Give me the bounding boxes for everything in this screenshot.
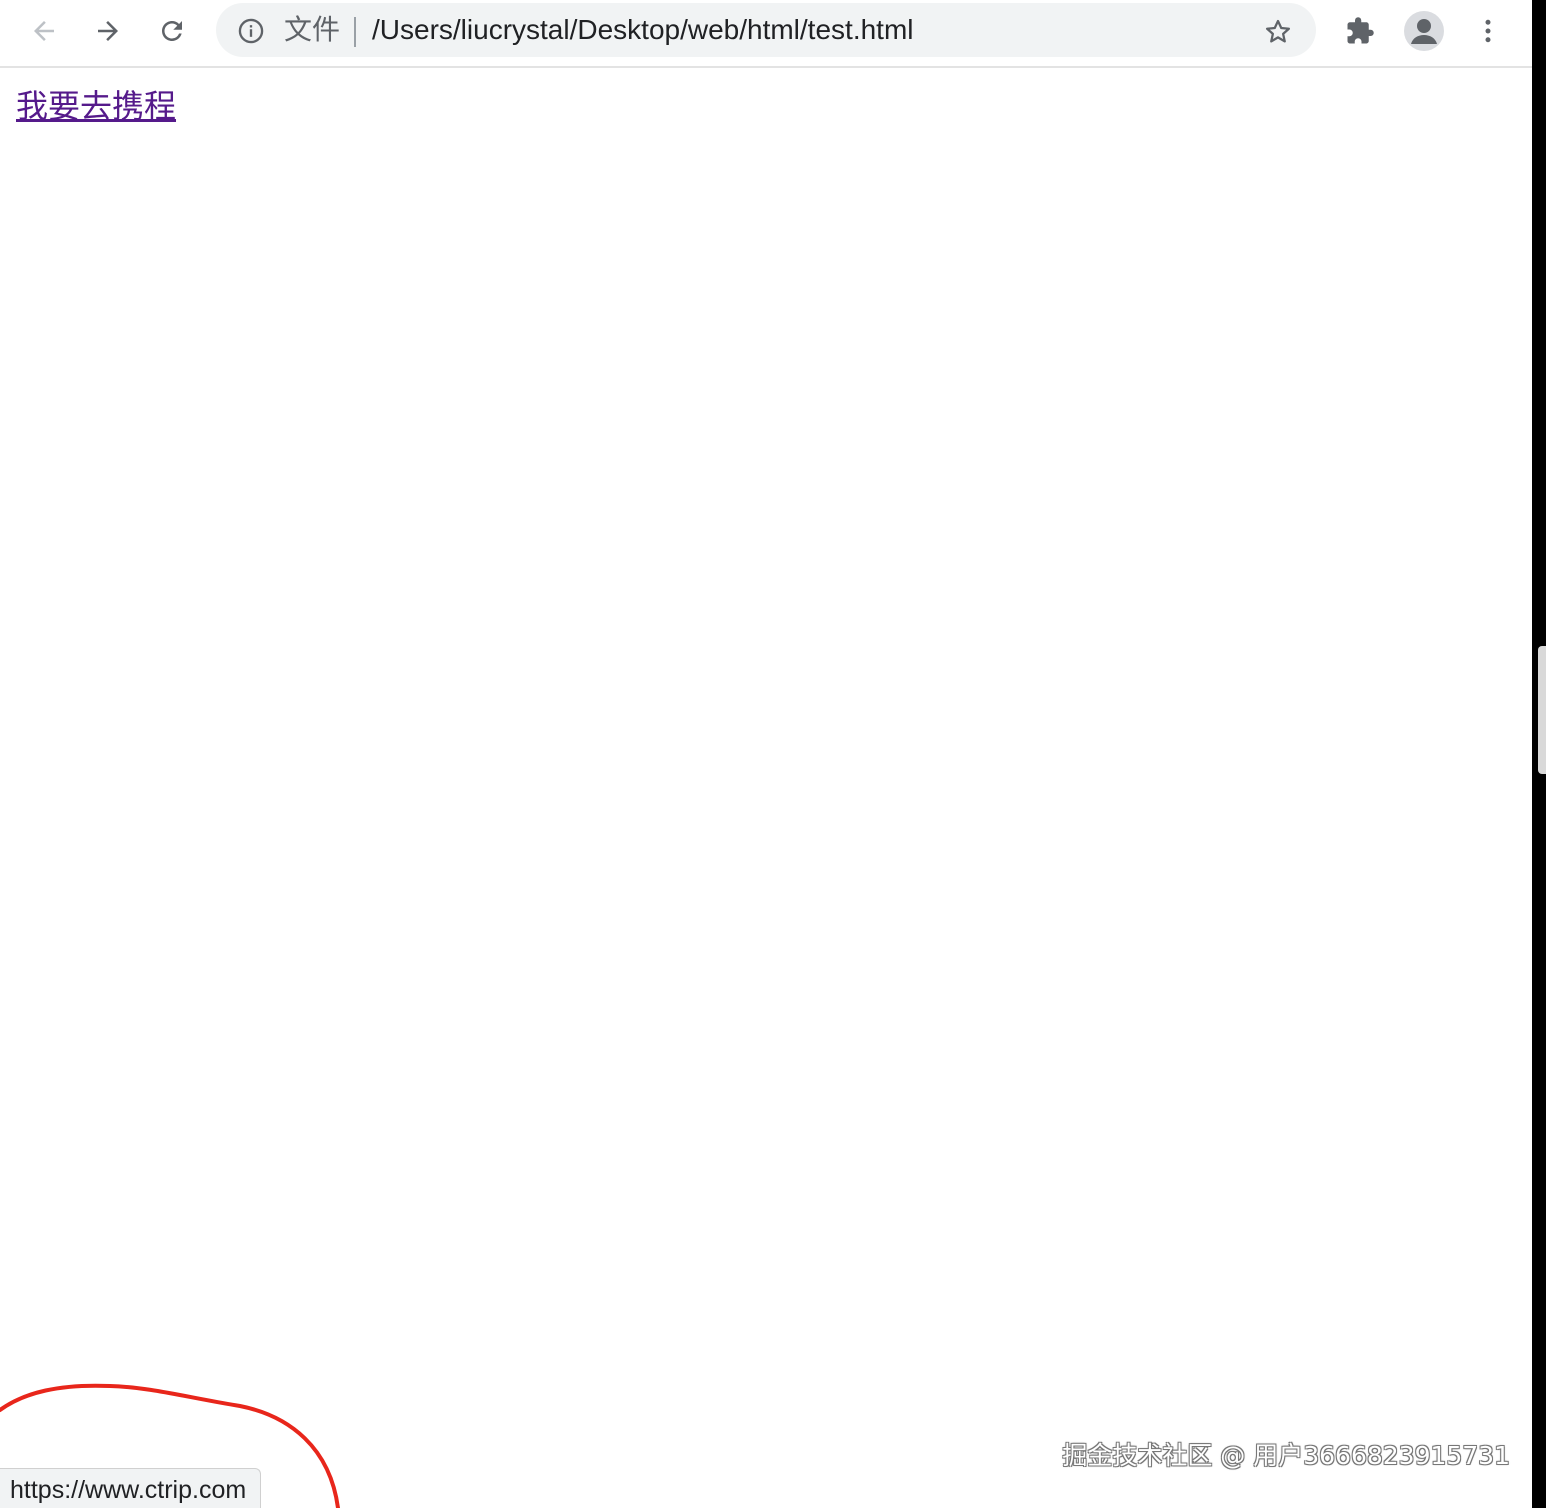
- scheme-label: 文件: [284, 13, 341, 46]
- omnibox-divider: [354, 17, 356, 47]
- browser-menu-button[interactable]: [1466, 9, 1510, 53]
- puzzle-piece-icon: [1347, 17, 1374, 44]
- browser-window: 文件 /Users/liucrystal/Desktop/web/html/te…: [0, 0, 1546, 1508]
- link-status-bubble: https://www.ctrip.com: [0, 1468, 262, 1508]
- back-arrow-icon: [34, 21, 54, 41]
- forward-arrow-icon: [98, 21, 118, 41]
- reload-icon: [162, 21, 182, 41]
- reload-button[interactable]: [150, 9, 194, 53]
- url-text[interactable]: /Users/liucrystal/Desktop/web/html/test.…: [372, 12, 914, 48]
- browser-toolbar: 文件 /Users/liucrystal/Desktop/web/html/te…: [0, 0, 1532, 68]
- watermark-text: 掘金技术社区 @ 用户3666823915731: [1062, 1441, 1510, 1470]
- scrollbar-thumb[interactable]: [1538, 646, 1546, 774]
- star-icon: [1266, 19, 1290, 43]
- info-icon[interactable]: [236, 16, 266, 46]
- ctrip-link[interactable]: 我要去携程: [16, 86, 176, 126]
- profile-button[interactable]: [1402, 9, 1446, 53]
- forward-button[interactable]: [86, 9, 130, 53]
- bookmark-star-button[interactable]: [1258, 12, 1298, 52]
- person-avatar-icon: [1404, 11, 1444, 51]
- back-button[interactable]: [22, 9, 66, 53]
- address-bar[interactable]: 文件 /Users/liucrystal/Desktop/web/html/te…: [216, 3, 1316, 57]
- extensions-button[interactable]: [1338, 9, 1382, 53]
- kebab-menu-icon: [1485, 19, 1491, 43]
